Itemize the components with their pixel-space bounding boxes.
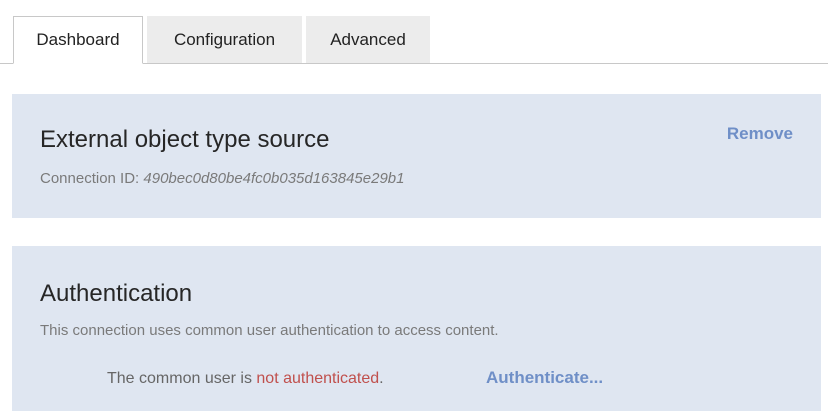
authentication-panel-title: Authentication — [40, 280, 193, 307]
connection-dashboard-page: Dashboard Configuration Advanced Externa… — [0, 0, 828, 411]
tab-advanced[interactable]: Advanced — [306, 16, 430, 63]
authentication-status-value: not authenticated — [256, 370, 380, 387]
authentication-status-prefix: The common user is — [107, 370, 257, 387]
authentication-description: This connection uses common user authent… — [40, 322, 499, 339]
connection-id-label: Connection ID: — [40, 170, 144, 187]
authenticate-link[interactable]: Authenticate... — [486, 368, 603, 388]
external-object-type-source-panel: External object type source Remove Conne… — [12, 94, 821, 218]
tab-dashboard[interactable]: Dashboard — [13, 16, 143, 64]
connection-id-line: Connection ID: 490bec0d80be4fc0b035d1638… — [40, 170, 404, 187]
authentication-status: The common user is not authenticated. — [107, 370, 384, 388]
source-panel-title: External object type source — [40, 126, 330, 153]
connection-id-value: 490bec0d80be4fc0b035d163845e29b1 — [143, 170, 405, 187]
tab-configuration[interactable]: Configuration — [147, 16, 302, 63]
authentication-panel: Authentication This connection uses comm… — [12, 246, 821, 411]
authentication-status-suffix: . — [379, 370, 384, 387]
remove-link[interactable]: Remove — [727, 124, 793, 144]
tab-bar: Dashboard Configuration Advanced — [0, 0, 828, 64]
